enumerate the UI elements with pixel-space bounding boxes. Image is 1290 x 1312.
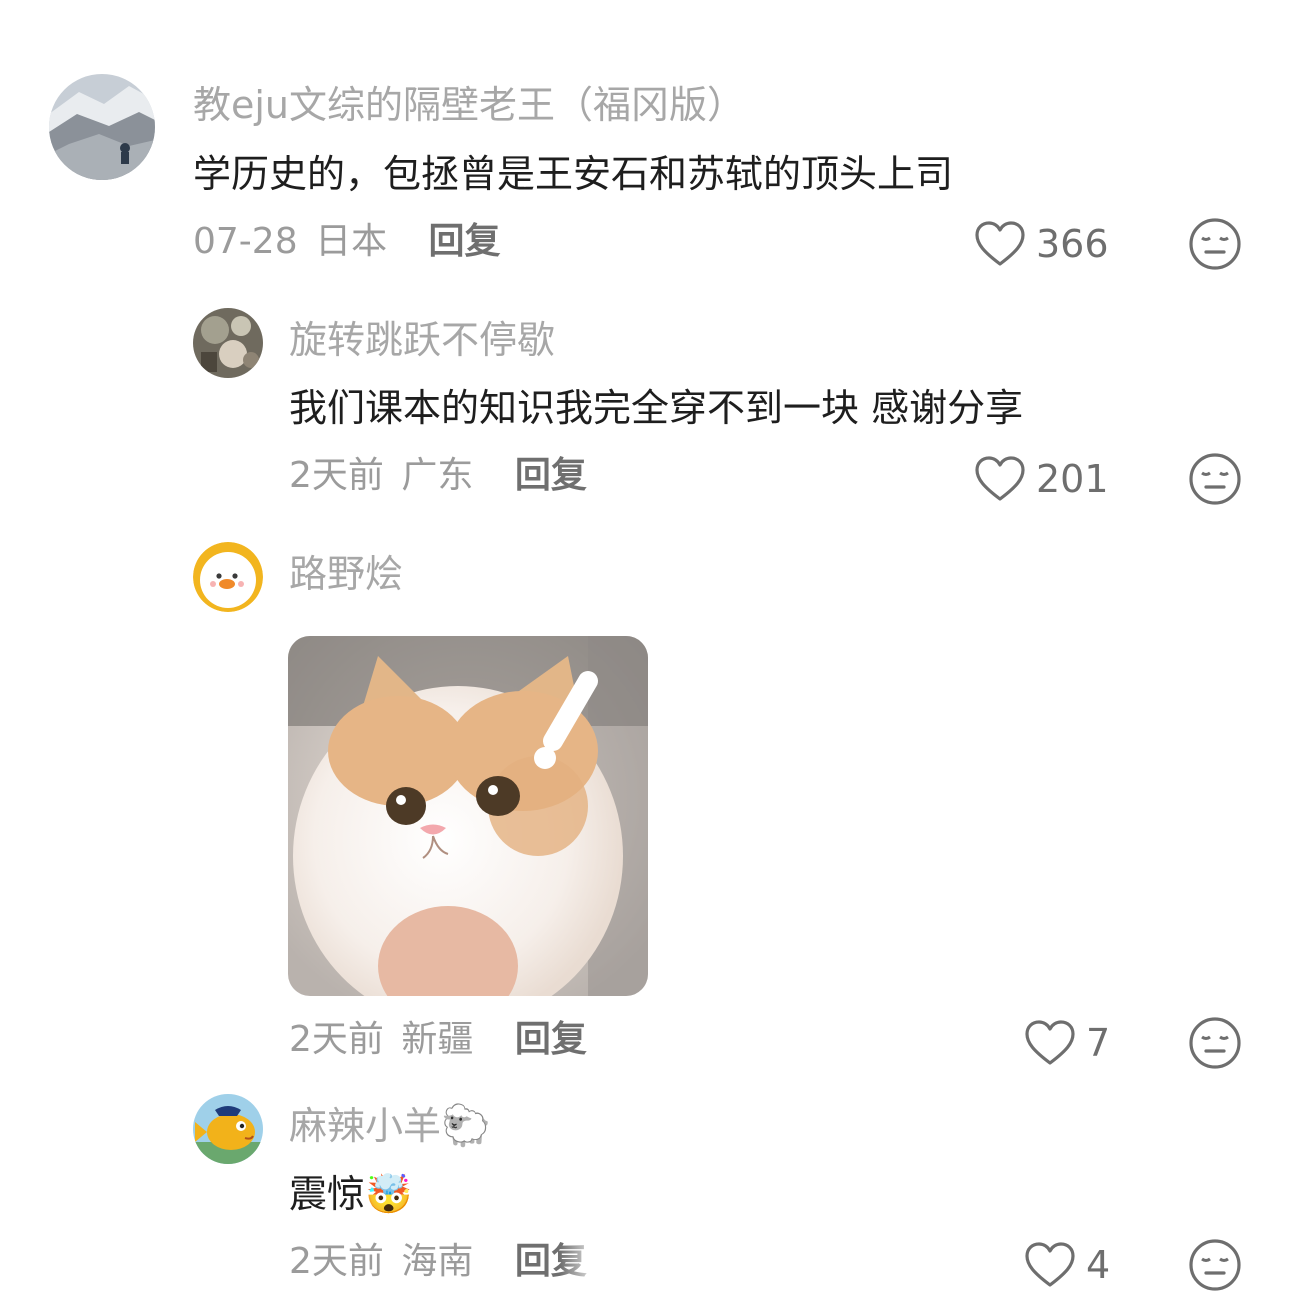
sheep-emoji-icon: 🐑 bbox=[441, 1103, 491, 1149]
dislike-button[interactable] bbox=[1188, 452, 1242, 506]
comment-feed: 教eju文综的隔壁老王（福冈版） 学历史的，包拯曾是王安石和苏轼的顶头上司 07… bbox=[0, 0, 1290, 1312]
comment-text: 我们课本的知识我完全穿不到一块 感谢分享 bbox=[289, 386, 1024, 430]
like-button[interactable]: 201 bbox=[974, 455, 1109, 503]
neutral-face-icon bbox=[1189, 1239, 1241, 1291]
reply-button[interactable]: 回复 bbox=[515, 455, 587, 496]
reply-button[interactable]: 回复 bbox=[515, 1019, 587, 1060]
dislike-button[interactable] bbox=[1188, 1238, 1242, 1292]
heart-outline-icon bbox=[975, 456, 1025, 501]
comment-date: 07-28 bbox=[193, 221, 298, 262]
neutral-face-icon bbox=[1189, 1017, 1241, 1069]
like-button[interactable]: 4 bbox=[1024, 1241, 1110, 1289]
like-count: 201 bbox=[1036, 457, 1109, 501]
heart-outline-icon bbox=[1025, 1020, 1075, 1065]
comment-meta: 07-28 日本 回复 bbox=[193, 219, 501, 265]
comment-meta: 2天前 海南 回复 bbox=[289, 1239, 587, 1285]
comment-meta: 2天前 广东 回复 bbox=[289, 453, 587, 499]
comment-username[interactable]: 教eju文综的隔壁老王（福冈版） bbox=[193, 81, 745, 129]
comment-text: 震惊🤯 bbox=[289, 1170, 412, 1218]
exploding-head-emoji-icon: 🤯 bbox=[365, 1172, 413, 1216]
comment-location: 新疆 bbox=[401, 1019, 474, 1060]
comment-date: 2天前 bbox=[289, 1019, 384, 1060]
avatar[interactable] bbox=[193, 308, 263, 378]
dislike-button[interactable] bbox=[1188, 1016, 1242, 1070]
like-count: 4 bbox=[1086, 1243, 1111, 1287]
comment-username[interactable]: 麻辣小羊🐑 bbox=[289, 1102, 491, 1150]
avatar[interactable] bbox=[49, 74, 155, 180]
like-button[interactable]: 366 bbox=[974, 220, 1109, 268]
neutral-face-icon bbox=[1189, 453, 1241, 505]
avatar[interactable] bbox=[193, 542, 263, 612]
avatar[interactable] bbox=[193, 1094, 263, 1164]
comment-text-label: 震惊 bbox=[289, 1172, 366, 1216]
heart-outline-icon bbox=[975, 221, 1025, 266]
like-count: 366 bbox=[1036, 222, 1109, 266]
comment-username[interactable]: 路野烩 bbox=[289, 550, 403, 598]
comment-meta: 2天前 新疆 回复 bbox=[289, 1017, 587, 1063]
dislike-button[interactable] bbox=[1188, 217, 1242, 271]
watermark-fade-overlay bbox=[560, 1246, 760, 1286]
like-count: 7 bbox=[1086, 1021, 1111, 1065]
cat-sticker-image[interactable] bbox=[288, 636, 648, 996]
comment-username[interactable]: 旋转跳跃不停歇 bbox=[289, 316, 555, 364]
comment-location: 广东 bbox=[401, 455, 474, 496]
comment-text: 学历史的，包拯曾是王安石和苏轼的顶头上司 bbox=[193, 152, 954, 196]
heart-outline-icon bbox=[1025, 1242, 1075, 1287]
username-label: 麻辣小羊 bbox=[289, 1104, 442, 1148]
comment-location: 日本 bbox=[315, 221, 388, 262]
comment-location: 海南 bbox=[401, 1241, 474, 1282]
neutral-face-icon bbox=[1189, 218, 1241, 270]
comment-date: 2天前 bbox=[289, 455, 384, 496]
like-button[interactable]: 7 bbox=[1024, 1019, 1110, 1067]
reply-button[interactable]: 回复 bbox=[429, 221, 501, 262]
comment-date: 2天前 bbox=[289, 1241, 384, 1282]
